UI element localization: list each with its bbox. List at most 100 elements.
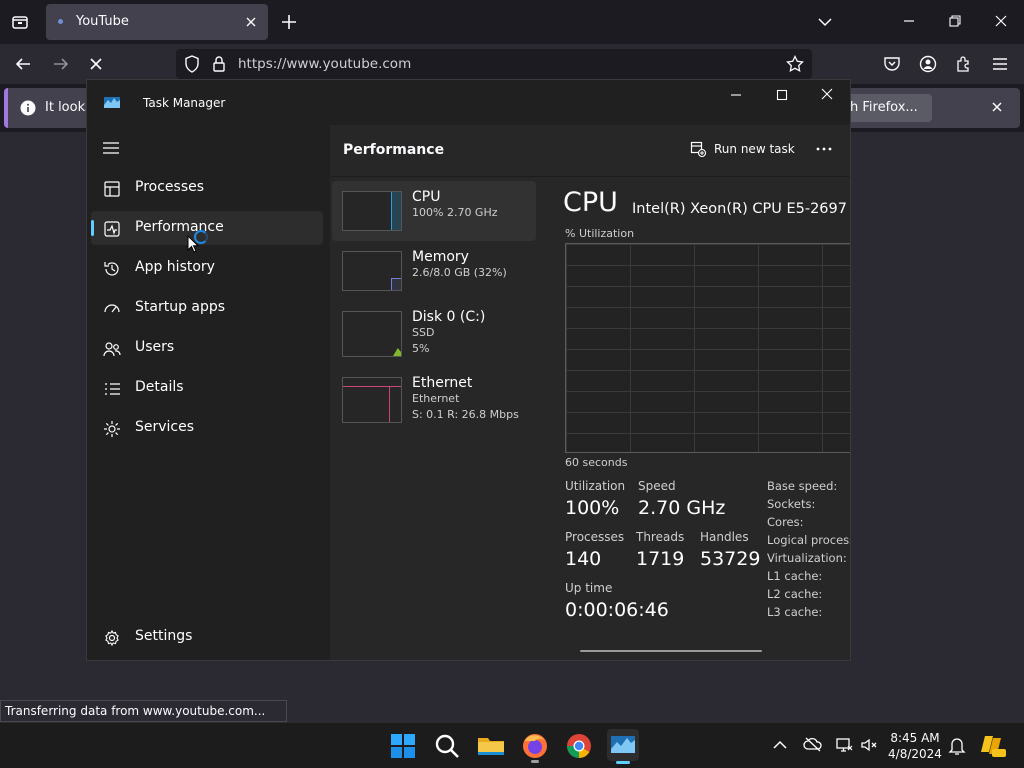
- show-hidden-icons-chevron-icon[interactable]: [772, 738, 788, 752]
- ethernet-thumbnail-line-v: [389, 386, 390, 422]
- perf-item-cpu[interactable]: CPU 100% 2.70 GHz: [332, 181, 536, 241]
- tm-close-icon[interactable]: [820, 87, 834, 101]
- status-text: Transferring data from www.youtube.com..…: [5, 704, 266, 718]
- task-manager-window: Task Manager Processes Performance App h…: [86, 79, 851, 661]
- nav-services[interactable]: Services: [91, 411, 323, 445]
- tm-maximize-icon[interactable]: [775, 88, 789, 102]
- chrome-icon[interactable]: [564, 731, 594, 761]
- task-manager-app-icon: [103, 94, 121, 110]
- perf-item-memory[interactable]: Memory 2.6/8.0 GB (32%): [332, 241, 536, 301]
- search-icon[interactable]: [432, 731, 462, 761]
- firefox-icon[interactable]: [520, 731, 550, 763]
- nav-label: Startup apps: [135, 299, 226, 315]
- speed-value: 2.70 GHz: [638, 497, 726, 519]
- processes-value: 140: [565, 548, 602, 570]
- run-new-task-label: Run new task: [714, 142, 795, 156]
- spec-label: Sockets:: [767, 497, 816, 511]
- tab-youtube[interactable]: YouTube: [46, 4, 268, 40]
- nav-settings[interactable]: Settings: [91, 620, 323, 654]
- spec-label: L2 cache:: [767, 587, 823, 601]
- spec-label: Virtualization:: [767, 551, 847, 565]
- start-windows-icon[interactable]: [388, 731, 418, 761]
- nav-label: Services: [135, 419, 195, 435]
- tab-list-icon[interactable]: [10, 12, 30, 32]
- graph-label: % Utilization: [565, 227, 635, 240]
- app-history-icon: [103, 260, 121, 278]
- nav-label: Details: [135, 379, 184, 395]
- minimize-icon[interactable]: [902, 14, 916, 28]
- close-window-icon[interactable]: [994, 14, 1008, 28]
- tracking-protection-icon[interactable]: [184, 55, 200, 73]
- task-manager-title-bar: Task Manager: [87, 80, 850, 125]
- perf-item-sub: Ethernet: [412, 392, 460, 405]
- speed-label: Speed: [638, 479, 676, 493]
- perf-item-disk[interactable]: Disk 0 (C:) SSD 5%: [332, 301, 536, 361]
- file-explorer-icon[interactable]: [476, 731, 506, 761]
- close-tab-icon[interactable]: [244, 15, 258, 29]
- url-bar[interactable]: https://www.youtube.com: [176, 49, 812, 79]
- utilization-value: 100%: [565, 497, 620, 519]
- run-new-task-button[interactable]: Run new task: [684, 133, 795, 165]
- processes-label: Processes: [565, 530, 625, 544]
- extensions-icon[interactable]: [955, 55, 973, 73]
- account-icon[interactable]: [919, 55, 937, 73]
- header-divider: [330, 176, 850, 177]
- horizontal-scrollbar[interactable]: [580, 650, 762, 652]
- nav-label: Settings: [135, 628, 193, 644]
- back-icon[interactable]: [14, 55, 32, 73]
- run-new-task-icon: [690, 141, 706, 157]
- task-manager-sidebar: Processes Performance App history Startu…: [87, 125, 330, 660]
- startup-apps-icon: [103, 300, 121, 318]
- hamburger-menu-icon[interactable]: [102, 141, 120, 155]
- lock-icon[interactable]: [212, 55, 226, 73]
- task-manager-taskbar-icon[interactable]: [607, 729, 639, 764]
- clock[interactable]: 8:45 AM 4/8/2024: [884, 730, 946, 762]
- perf-item-ethernet[interactable]: Ethernet Ethernet S: 0.1 R: 26.8 Mbps: [332, 369, 536, 429]
- spec-label: L1 cache:: [767, 569, 823, 583]
- detail-heading: CPU: [563, 187, 618, 218]
- nav-processes[interactable]: Processes: [91, 171, 323, 205]
- perf-items-list: CPU 100% 2.70 GHz Memory 2.6/8.0 GB (32%…: [330, 181, 540, 651]
- forward-icon: [52, 55, 70, 73]
- copilot-preview-icon[interactable]: [979, 732, 1007, 760]
- perf-item-sub: SSD: [412, 326, 435, 339]
- threads-value: 1719: [636, 548, 685, 570]
- clock-date: 4/8/2024: [888, 747, 942, 761]
- pocket-icon[interactable]: [883, 55, 901, 73]
- bookmark-star-icon[interactable]: [786, 55, 804, 73]
- threads-label: Threads: [636, 530, 685, 544]
- notification-action-label: h Firefox...: [850, 100, 918, 115]
- stop-loading-icon[interactable]: [88, 56, 104, 72]
- notifications-bell-icon[interactable]: [948, 736, 966, 756]
- new-tab-icon[interactable]: [280, 13, 298, 31]
- restore-icon[interactable]: [948, 14, 962, 28]
- handles-label: Handles: [700, 530, 749, 544]
- details-icon: [103, 380, 121, 398]
- notification-close-icon[interactable]: [990, 100, 1004, 114]
- notification-action-button[interactable]: h Firefox...: [842, 94, 932, 122]
- nav-label: Performance: [135, 219, 224, 235]
- nav-users[interactable]: Users: [91, 331, 323, 365]
- spec-label: Cores:: [767, 515, 804, 529]
- list-all-tabs-icon[interactable]: [817, 14, 833, 30]
- nav-label: App history: [135, 259, 215, 275]
- disk-thumbnail: [342, 311, 402, 357]
- more-options-icon[interactable]: [814, 139, 834, 159]
- onedrive-cloud-icon[interactable]: [803, 736, 823, 752]
- nav-details[interactable]: Details: [91, 371, 323, 405]
- memory-thumbnail: [342, 251, 402, 291]
- perf-item-title: Memory: [412, 249, 469, 265]
- cpu-model: Intel(R) Xeon(R) CPU E5-2697 v: [632, 201, 850, 217]
- volume-muted-icon[interactable]: [860, 736, 878, 754]
- performance-icon: [103, 220, 121, 238]
- menu-icon[interactable]: [991, 55, 1009, 73]
- busy-spinner-icon: [194, 230, 208, 244]
- tm-minimize-icon[interactable]: [729, 88, 743, 102]
- info-icon: [20, 100, 36, 116]
- nav-startup-apps[interactable]: Startup apps: [91, 291, 323, 325]
- perf-item-sub2: S: 0.1 R: 26.8 Mbps: [412, 408, 519, 421]
- cpu-thumbnail: [342, 191, 402, 231]
- spec-label: Base speed:: [767, 479, 838, 493]
- nav-app-history[interactable]: App history: [91, 251, 323, 285]
- network-icon[interactable]: [835, 736, 853, 754]
